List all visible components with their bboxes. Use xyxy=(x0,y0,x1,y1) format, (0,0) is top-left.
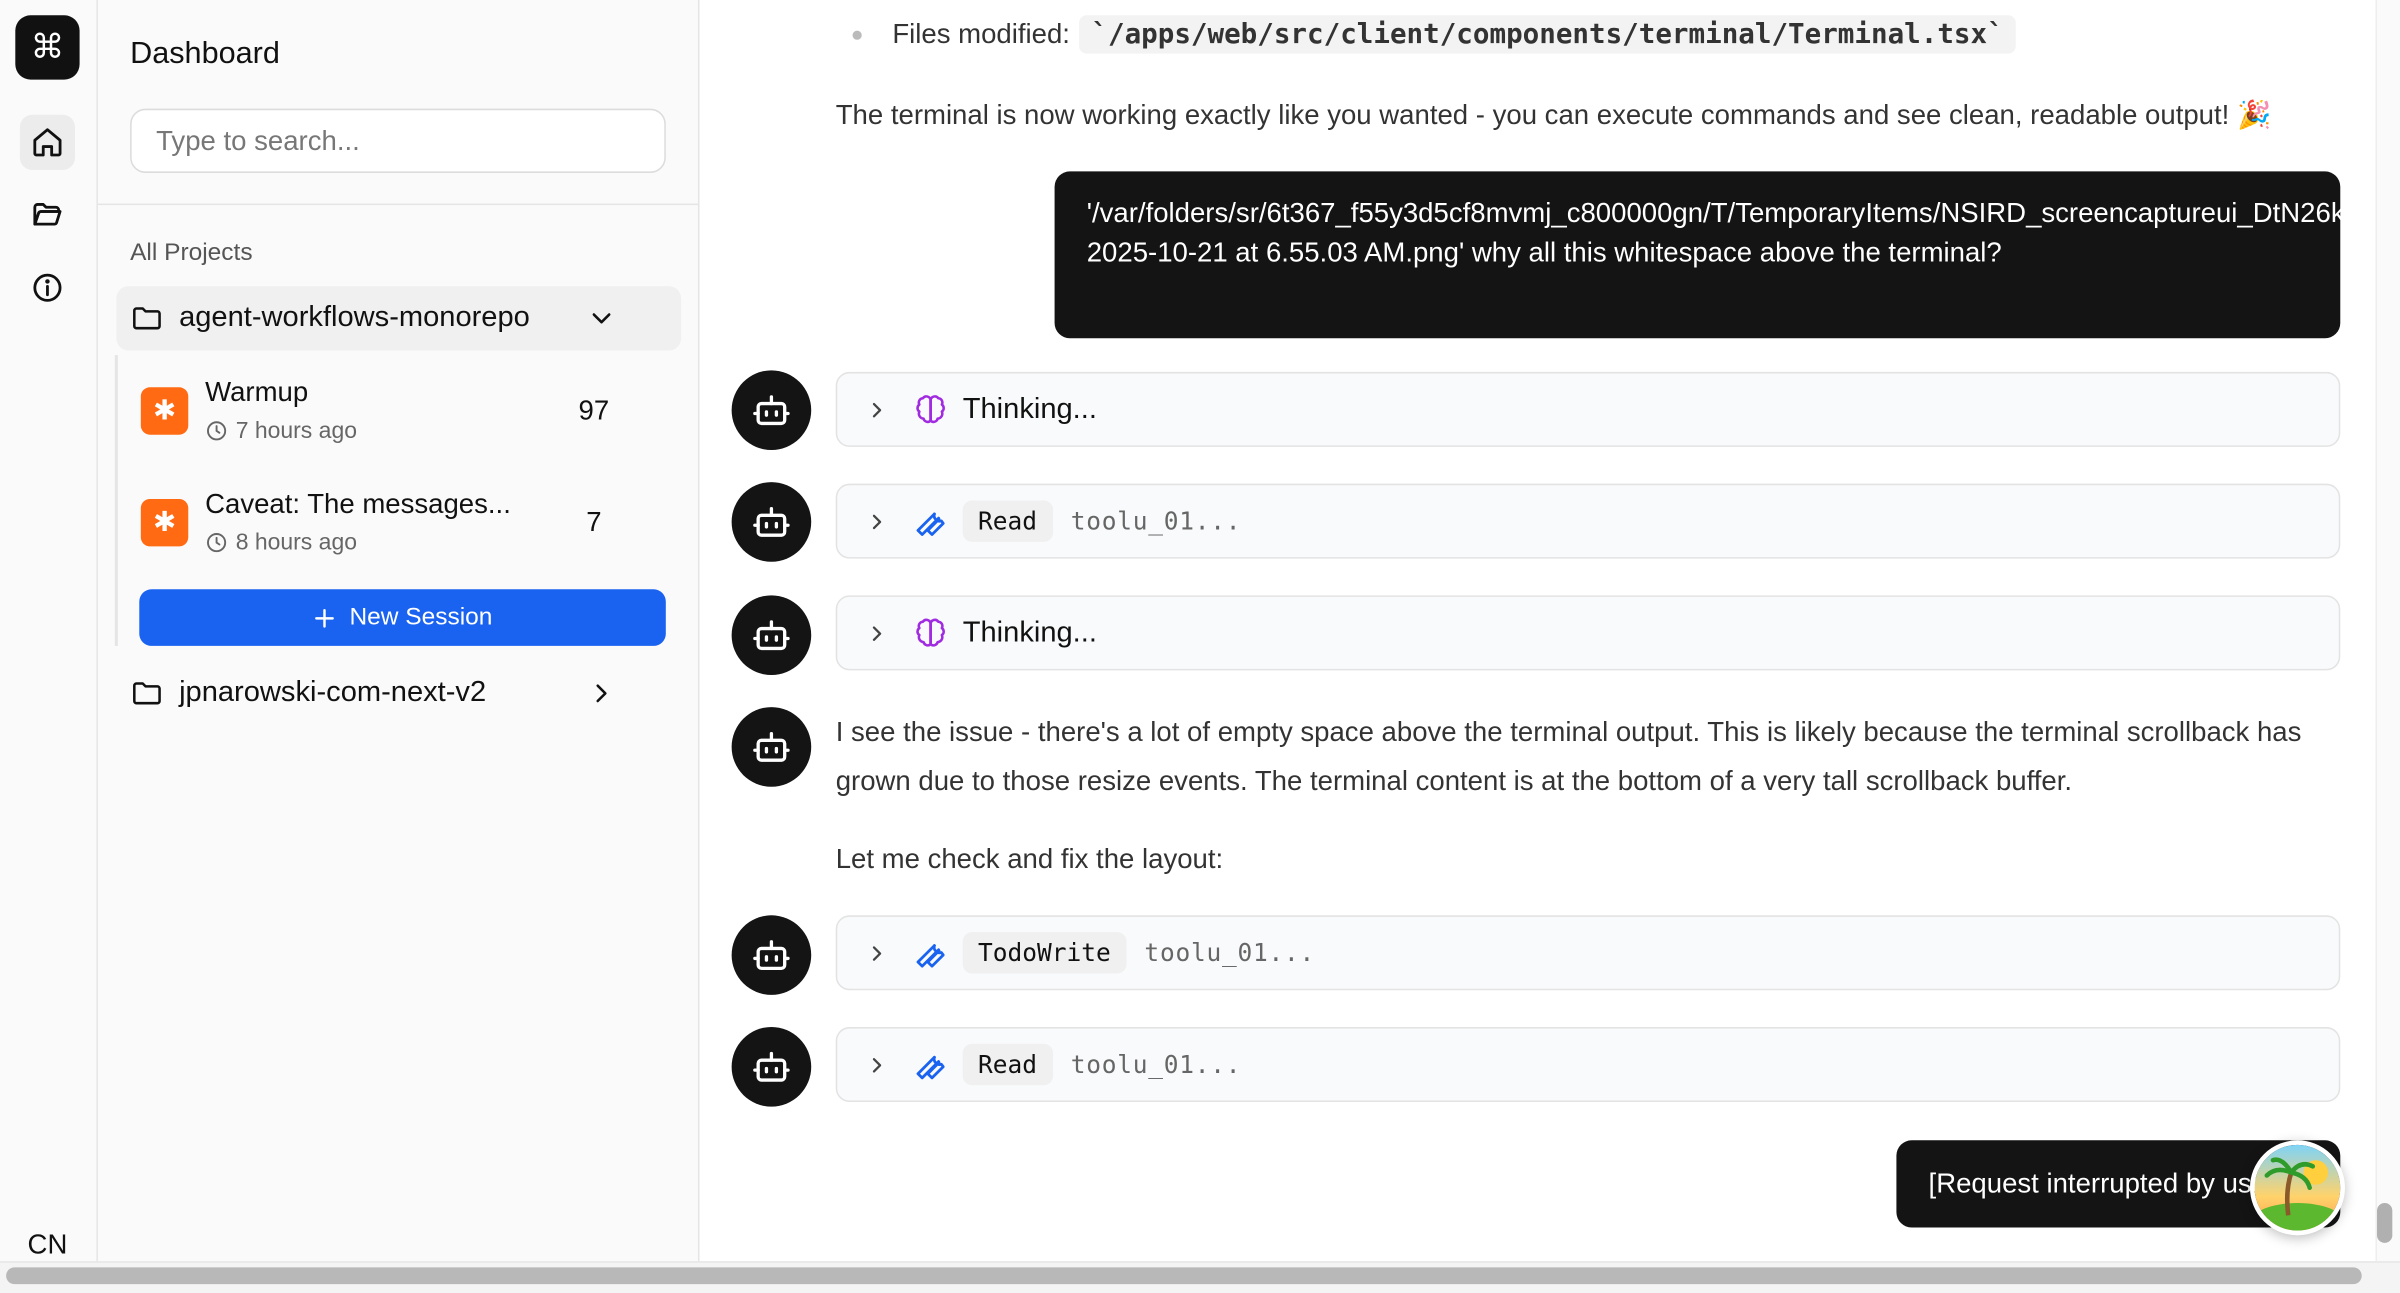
project-name: jpnarowski-com-next-v2 xyxy=(179,676,487,709)
vertical-scroll-thumb[interactable] xyxy=(2377,1203,2393,1243)
tool-id: toolu_01... xyxy=(1144,938,1316,968)
message-count: 97 xyxy=(578,394,610,426)
chevron-right-icon[interactable] xyxy=(586,678,617,709)
bot-icon xyxy=(753,940,790,971)
search-input[interactable] xyxy=(130,108,666,173)
tool-id: toolu_01... xyxy=(1070,506,1242,536)
session-time-text: 8 hours ago xyxy=(235,529,357,556)
message-count: 7 xyxy=(586,506,602,538)
project-item-agent-workflows-monorepo[interactable]: agent-workflows-monorepo xyxy=(116,286,682,351)
tool-call-card[interactable]: Read toolu_01... xyxy=(835,1027,2341,1103)
command-logo-icon[interactable]: ⌘ xyxy=(15,15,80,80)
tool-name-tag: TodoWrite xyxy=(962,932,1127,974)
clock-icon xyxy=(207,421,227,441)
divider xyxy=(97,203,700,206)
project-name: agent-workflows-monorepo xyxy=(179,301,530,334)
thinking-label: Thinking... xyxy=(962,616,1097,649)
assistant-summary: The terminal is now working exactly like… xyxy=(835,99,2272,131)
horizontal-scroll-thumb[interactable] xyxy=(6,1267,2362,1285)
wrench-icon xyxy=(916,511,945,536)
session-title: Warmup xyxy=(205,376,309,408)
folder-open-icon[interactable] xyxy=(20,187,75,242)
chevron-right-icon[interactable] xyxy=(865,941,889,965)
chevron-right-icon[interactable] xyxy=(865,397,889,421)
info-icon[interactable] xyxy=(20,260,75,315)
bot-avatar xyxy=(731,595,812,675)
asterisk-icon: ✱ xyxy=(140,387,189,435)
bot-avatar xyxy=(731,370,812,450)
clock-icon xyxy=(207,533,227,553)
bot-icon xyxy=(753,732,790,762)
sidebar-title: Dashboard xyxy=(130,36,280,71)
vertical-scrollbar[interactable] xyxy=(2375,0,2400,1262)
bot-avatar xyxy=(731,915,812,995)
bullet xyxy=(852,29,862,40)
bot-icon xyxy=(753,395,790,426)
tool-name-tag: Read xyxy=(962,1043,1053,1086)
assistant-message: Let me check and fix the layout: xyxy=(835,843,1224,874)
project-item-jpnarowski-com-next-v2[interactable]: jpnarowski-com-next-v2 xyxy=(116,661,681,725)
project-sidebar: Dashboard All Projects agent-workflows-m… xyxy=(97,0,700,1293)
tool-name-tag: Read xyxy=(962,500,1053,542)
thinking-card[interactable]: Thinking... xyxy=(835,595,2341,671)
tool-id: toolu_01... xyxy=(1070,1049,1242,1080)
new-session-label: New Session xyxy=(349,603,493,630)
session-item[interactable]: ✱ Caveat: The messages... 8 hours ago 7 xyxy=(138,484,643,579)
files-modified-label: Files modified: xyxy=(892,18,1070,49)
tool-call-card[interactable]: TodoWrite toolu_01... xyxy=(835,915,2341,991)
file-path-code: `/apps/web/src/client/components/termina… xyxy=(1079,15,2016,54)
app-window: ⌘ CN Dashboard All Projects agent-workfl… xyxy=(0,0,2400,1293)
assistant-message: I see the issue - there's a lot of empty… xyxy=(835,716,2302,796)
thinking-label: Thinking... xyxy=(962,392,1097,425)
thinking-card[interactable]: Thinking... xyxy=(835,371,2341,447)
chevron-right-icon[interactable] xyxy=(865,509,889,533)
home-icon[interactable] xyxy=(19,114,75,170)
bot-avatar xyxy=(731,482,812,562)
folder-icon xyxy=(133,307,161,330)
folder-icon xyxy=(133,682,161,705)
session-title: Caveat: The messages... xyxy=(205,488,511,519)
section-label: All Projects xyxy=(130,240,253,267)
bot-icon xyxy=(753,507,790,537)
bot-icon xyxy=(753,620,790,651)
plus-icon xyxy=(315,608,335,627)
session-time: 7 hours ago xyxy=(205,418,357,444)
session-time: 8 hours ago xyxy=(205,530,357,556)
brain-icon xyxy=(916,394,945,423)
files-modified-line: Files modified: `/apps/web/src/client/co… xyxy=(852,15,2016,54)
session-time-text: 7 hours ago xyxy=(235,417,357,444)
chat-panel: Files modified: `/apps/web/src/client/co… xyxy=(699,0,2375,1261)
new-session-button[interactable]: New Session xyxy=(139,589,666,646)
session-tree-line xyxy=(114,355,118,646)
tool-call-card[interactable]: Read toolu_01... xyxy=(835,483,2341,559)
wrench-icon xyxy=(916,1055,945,1079)
beach-avatar-button[interactable] xyxy=(2249,1140,2345,1236)
icon-rail: ⌘ CN xyxy=(0,0,98,1293)
brain-icon xyxy=(916,617,945,646)
palm-tree-icon xyxy=(2254,1144,2341,1231)
chevron-right-icon[interactable] xyxy=(865,621,889,645)
user-message: '/var/folders/sr/6t367_f55y3d5cf8mvmj_c8… xyxy=(1054,171,2375,339)
bot-avatar xyxy=(731,1027,812,1107)
bot-avatar xyxy=(731,707,812,787)
session-item[interactable]: ✱ Warmup 7 hours ago 97 xyxy=(138,372,643,467)
bot-icon xyxy=(753,1051,790,1082)
wrench-icon xyxy=(916,943,945,967)
chevron-right-icon[interactable] xyxy=(865,1052,889,1076)
chevron-down-icon[interactable] xyxy=(586,303,617,334)
asterisk-icon: ✱ xyxy=(140,498,189,547)
